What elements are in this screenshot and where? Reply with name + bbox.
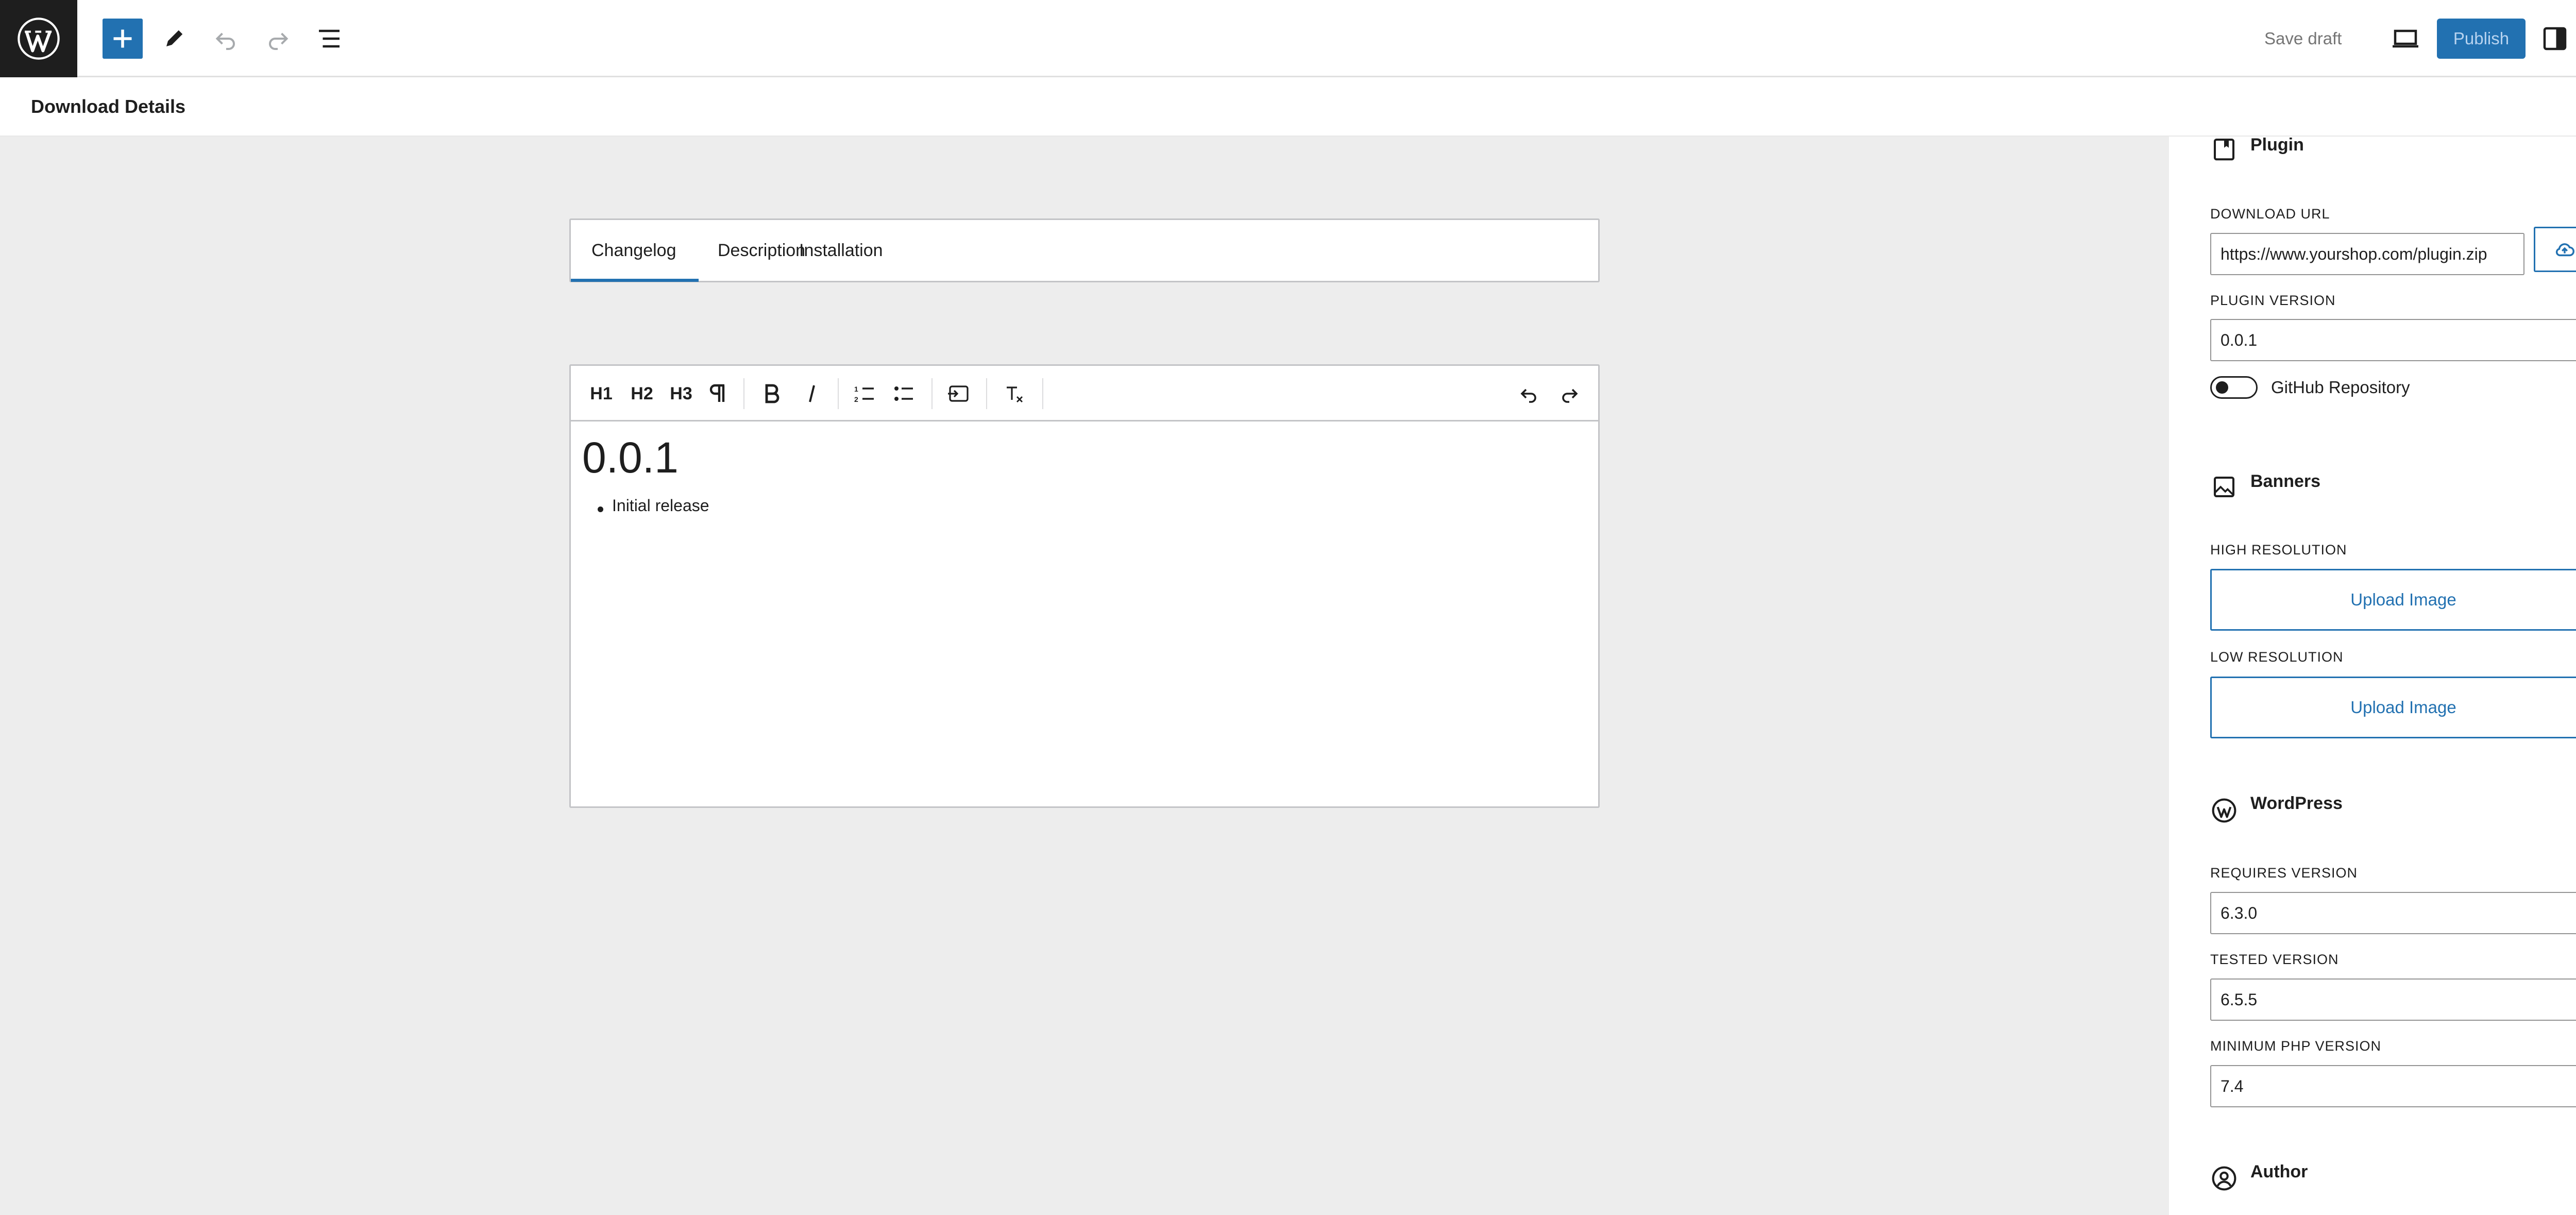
heading-2-button[interactable]: H2 bbox=[624, 378, 659, 409]
svg-text:1: 1 bbox=[854, 385, 858, 393]
wordpress-logo-button[interactable] bbox=[0, 0, 77, 77]
desktop-preview-icon bbox=[2393, 29, 2418, 48]
content-tabs: Changelog Description Installation bbox=[569, 218, 1600, 282]
banners-section-title: Banners bbox=[2250, 471, 2321, 491]
github-repository-label: GitHub Repository bbox=[2271, 378, 2410, 397]
insert-block-button[interactable] bbox=[943, 378, 974, 409]
list-bullet bbox=[598, 507, 603, 512]
minimum-php-version-input[interactable]: 7.4 bbox=[2210, 1065, 2576, 1107]
toolbar-divider bbox=[986, 378, 987, 409]
settings-sidebar-toggle[interactable] bbox=[2535, 19, 2575, 59]
plugin-icon bbox=[2213, 138, 2235, 161]
list-view-icon bbox=[319, 29, 340, 48]
redo-icon bbox=[1562, 389, 1578, 403]
plugin-section-title: Plugin bbox=[2250, 135, 2304, 155]
wordpress-section-title: WordPress bbox=[2250, 794, 2343, 813]
undo-icon bbox=[215, 32, 235, 50]
add-block-button[interactable] bbox=[103, 19, 143, 59]
toolbar-divider bbox=[838, 378, 839, 409]
heading-3-button[interactable]: H3 bbox=[664, 378, 699, 409]
heading-1-button[interactable]: H1 bbox=[586, 378, 616, 409]
requires-version-input[interactable]: 6.3.0 bbox=[2210, 892, 2576, 934]
bullet-list-icon bbox=[894, 386, 913, 401]
pilcrow-icon bbox=[709, 384, 725, 402]
document-overview-button[interactable] bbox=[309, 19, 349, 59]
tab-changelog[interactable]: Changelog bbox=[571, 220, 697, 281]
upload-high-resolution-button[interactable]: Upload Image bbox=[2210, 569, 2576, 631]
requires-version-label: REQUIRES VERSION bbox=[2210, 865, 2358, 881]
tools-edit-button[interactable] bbox=[154, 19, 194, 59]
active-tab-indicator bbox=[571, 279, 699, 282]
plus-icon bbox=[113, 29, 132, 48]
save-draft-button[interactable]: Save draft bbox=[2264, 24, 2342, 54]
low-resolution-label: LOW RESOLUTION bbox=[2210, 649, 2344, 665]
clear-formatting-icon bbox=[1007, 386, 1023, 402]
minimum-php-version-label: MINIMUM PHP VERSION bbox=[2210, 1038, 2382, 1054]
preview-button[interactable] bbox=[2385, 19, 2426, 59]
wordpress-icon bbox=[2212, 798, 2236, 823]
clear-formatting-button[interactable] bbox=[998, 378, 1029, 409]
toolbar-divider bbox=[931, 378, 933, 409]
italic-button[interactable] bbox=[796, 378, 827, 409]
plugin-version-label: PLUGIN VERSION bbox=[2210, 293, 2336, 308]
code-embed-icon bbox=[948, 385, 969, 402]
changelog-list-item[interactable]: Initial release bbox=[612, 496, 709, 515]
toggle-knob bbox=[2216, 381, 2228, 394]
tested-version-input[interactable]: 6.5.5 bbox=[2210, 978, 2576, 1021]
undo-icon bbox=[1520, 389, 1536, 403]
author-section-title: Author bbox=[2250, 1162, 2308, 1182]
editor-top-bar: Save draft Publish bbox=[0, 0, 2576, 77]
upload-file-button[interactable] bbox=[2534, 227, 2576, 272]
undo-button[interactable] bbox=[206, 19, 246, 59]
tested-version-label: TESTED VERSION bbox=[2210, 952, 2339, 967]
toolbar-divider bbox=[743, 378, 744, 409]
author-icon bbox=[2212, 1166, 2236, 1191]
redo-button[interactable] bbox=[258, 19, 298, 59]
metabox-title: Download Details bbox=[31, 96, 186, 117]
upload-low-resolution-button[interactable]: Upload Image bbox=[2210, 677, 2576, 738]
download-url-input[interactable]: https://www.yourshop.com/plugin.zip bbox=[2210, 233, 2524, 275]
pencil-icon bbox=[166, 30, 183, 46]
editor-undo-button[interactable] bbox=[1514, 378, 1545, 409]
download-url-label: DOWNLOAD URL bbox=[2210, 206, 2330, 222]
toolbar-divider bbox=[1042, 378, 1043, 409]
image-icon bbox=[2213, 476, 2235, 498]
metabox-header bbox=[0, 79, 2576, 137]
ordered-list-icon: 1 2 bbox=[854, 385, 874, 403]
plugin-version-input[interactable]: 0.0.1 bbox=[2210, 319, 2576, 361]
bold-button[interactable] bbox=[756, 378, 787, 409]
paragraph-button[interactable] bbox=[702, 378, 733, 409]
redo-icon bbox=[269, 32, 289, 50]
bold-icon bbox=[765, 384, 779, 403]
changelog-editor: H1 H2 H3 1 2 0.0.1 Initial release bbox=[569, 364, 1600, 808]
high-resolution-label: HIGH RESOLUTION bbox=[2210, 542, 2347, 558]
editor-toolbar: H1 H2 H3 1 2 bbox=[571, 366, 1598, 421]
ordered-list-button[interactable]: 1 2 bbox=[849, 378, 880, 409]
svg-text:2: 2 bbox=[854, 395, 858, 403]
sidebar-icon bbox=[2543, 27, 2567, 50]
changelog-heading[interactable]: 0.0.1 bbox=[582, 433, 679, 483]
editor-redo-button[interactable] bbox=[1554, 378, 1585, 409]
bullet-list-button[interactable] bbox=[888, 378, 919, 409]
italic-icon bbox=[809, 385, 815, 402]
github-repository-toggle[interactable] bbox=[2210, 376, 2258, 399]
cloud-upload-icon bbox=[2555, 243, 2574, 257]
publish-button[interactable]: Publish bbox=[2437, 19, 2526, 59]
wordpress-logo-icon bbox=[18, 18, 60, 60]
tab-installation[interactable]: Installation bbox=[778, 220, 904, 281]
